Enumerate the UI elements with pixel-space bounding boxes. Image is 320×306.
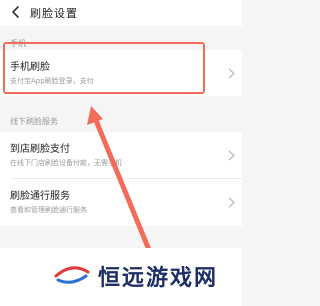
- watermark-logo-icon: [54, 266, 90, 284]
- watermark-bar: 恒远游戏网: [0, 248, 242, 306]
- highlight-box: [3, 42, 205, 94]
- chevron-right-icon: [228, 150, 235, 161]
- item-subtitle: 查看和管理刷脸通行服务: [10, 206, 87, 214]
- top-bar: 刷脸设置: [0, 0, 242, 26]
- chevron-left-icon[interactable]: [7, 3, 25, 21]
- item-title: 刷脸通行服务: [10, 191, 70, 202]
- offline-face-card: 到店刷脸支付 在线下门店刷脸设备付款，无需手机 刷脸通行服务 查看和管理刷脸通行…: [0, 132, 242, 226]
- item-title: 到店刷脸支付: [10, 144, 70, 155]
- face-settings-screen: 刷脸设置 手机 手机刷脸 支付宝App刷脸登录，支付 线下刷脸服务 到店刷脸支付…: [0, 0, 242, 306]
- page-title: 刷脸设置: [30, 7, 78, 20]
- chevron-right-icon: [228, 197, 235, 208]
- list-item-face-pass[interactable]: 刷脸通行服务 查看和管理刷脸通行服务: [0, 179, 242, 225]
- chevron-right-icon: [228, 68, 235, 79]
- item-subtitle: 在线下门店刷脸设备付款，无需手机: [10, 159, 122, 167]
- section-header-offline: 线下刷脸服务: [10, 117, 58, 126]
- list-item-store-face-pay[interactable]: 到店刷脸支付 在线下门店刷脸设备付款，无需手机: [0, 132, 242, 178]
- watermark-text: 恒远游戏网: [98, 266, 219, 291]
